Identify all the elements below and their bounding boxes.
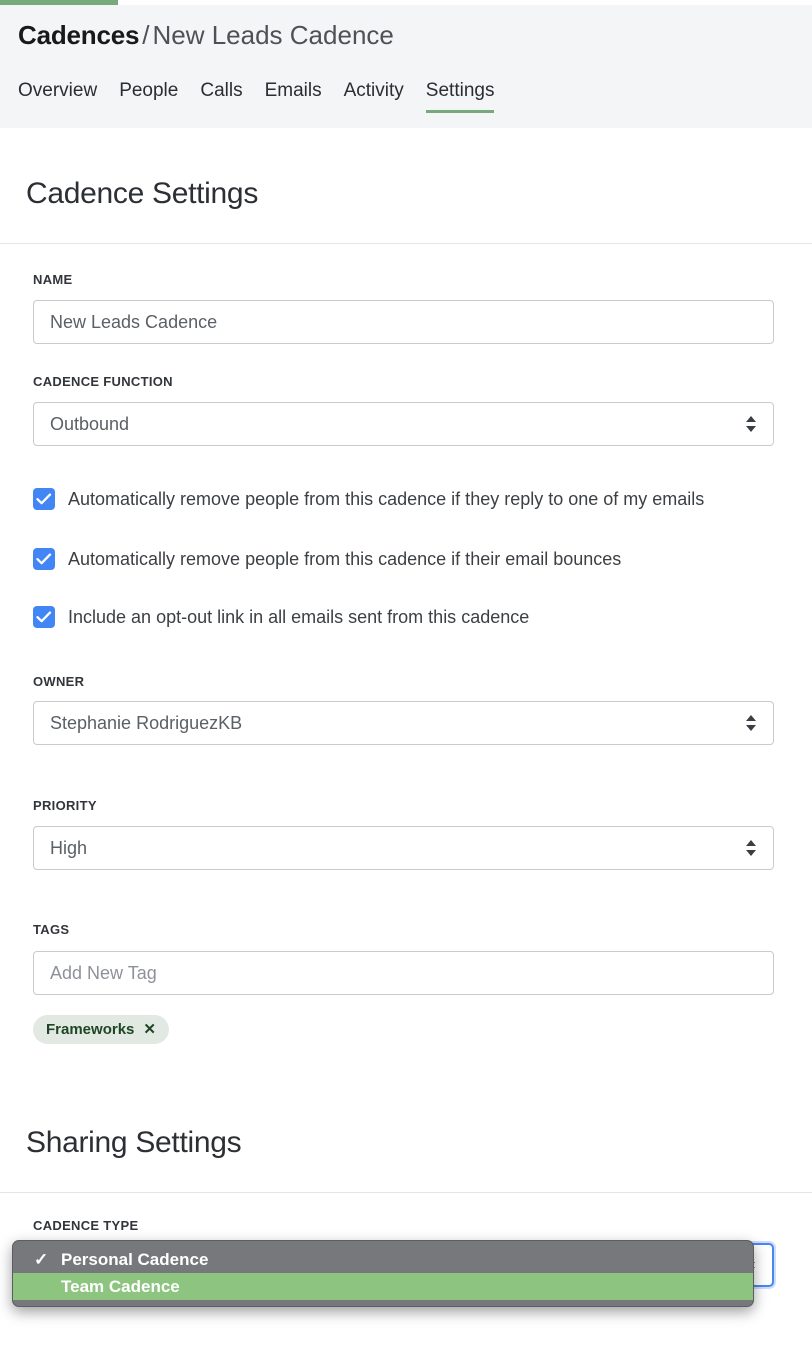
owner-label: OWNER <box>33 674 84 689</box>
priority-label: PRIORITY <box>33 798 97 813</box>
checkbox-row-remove-on-reply[interactable]: Automatically remove people from this ca… <box>33 488 704 510</box>
divider-under-sharing-title <box>0 1192 812 1193</box>
remove-tag-icon[interactable]: ✕ <box>143 1022 156 1037</box>
check-icon: ✓ <box>34 1250 48 1270</box>
checkbox-row-opt-out-link[interactable]: Include an opt-out link in all emails se… <box>33 606 529 628</box>
cadence-type-label: CADENCE TYPE <box>33 1218 138 1233</box>
owner-select[interactable]: Stephanie RodriguezKB <box>33 701 774 745</box>
checkbox-remove-on-reply[interactable] <box>33 488 55 510</box>
name-label: NAME <box>33 272 72 287</box>
checkbox-label-opt-out-link: Include an opt-out link in all emails se… <box>68 606 529 628</box>
tag-chip-frameworks: Frameworks ✕ <box>33 1015 169 1044</box>
priority-select[interactable]: High <box>33 826 774 870</box>
tab-calls[interactable]: Calls <box>200 78 264 113</box>
cadence-function-value: Outbound <box>50 403 129 445</box>
name-input[interactable] <box>33 300 774 344</box>
sharing-settings-title: Sharing Settings <box>26 1124 241 1162</box>
chevron-updown-icon <box>746 415 757 433</box>
owner-value: Stephanie RodriguezKB <box>50 702 242 744</box>
breadcrumb-root-link[interactable]: Cadences <box>18 20 139 50</box>
breadcrumb-separator: / <box>139 20 152 50</box>
checkbox-label-remove-on-reply: Automatically remove people from this ca… <box>68 488 704 510</box>
breadcrumb-current: New Leads Cadence <box>152 20 393 50</box>
dropdown-option-label: Personal Cadence <box>33 1250 208 1270</box>
cadence-function-label: CADENCE FUNCTION <box>33 374 173 389</box>
breadcrumb: Cadences/New Leads Cadence <box>18 18 394 52</box>
dropdown-option-team-cadence[interactable]: Team Cadence <box>13 1273 753 1300</box>
checkbox-row-remove-on-bounce[interactable]: Automatically remove people from this ca… <box>33 548 621 570</box>
priority-value: High <box>50 827 87 869</box>
tab-emails[interactable]: Emails <box>265 78 344 113</box>
divider-under-page-title <box>0 243 812 244</box>
cadence-type-dropdown-popup: ✓ Personal Cadence Team Cadence <box>12 1240 754 1307</box>
dropdown-option-label: Team Cadence <box>33 1277 180 1297</box>
checkbox-label-remove-on-bounce: Automatically remove people from this ca… <box>68 548 621 570</box>
tag-chip-label: Frameworks <box>46 1015 134 1044</box>
add-tag-input[interactable] <box>33 951 774 995</box>
page-header: Cadences/New Leads Cadence Overview Peop… <box>0 5 812 128</box>
chevron-updown-icon <box>746 839 757 857</box>
tab-people[interactable]: People <box>119 78 200 113</box>
cadence-function-select[interactable]: Outbound <box>33 402 774 446</box>
nav-tabs: Overview People Calls Emails Activity Se… <box>18 78 516 113</box>
dropdown-option-personal-cadence[interactable]: ✓ Personal Cadence <box>13 1246 753 1273</box>
checkbox-opt-out-link[interactable] <box>33 606 55 628</box>
page-title: Cadence Settings <box>26 175 258 213</box>
cadence-settings-page: Cadences/New Leads Cadence Overview Peop… <box>0 0 812 1346</box>
tab-activity[interactable]: Activity <box>344 78 426 113</box>
tags-label: TAGS <box>33 922 69 937</box>
tab-overview[interactable]: Overview <box>18 78 119 113</box>
tab-settings[interactable]: Settings <box>426 78 517 113</box>
checkbox-remove-on-bounce[interactable] <box>33 548 55 570</box>
chevron-updown-icon <box>746 714 757 732</box>
